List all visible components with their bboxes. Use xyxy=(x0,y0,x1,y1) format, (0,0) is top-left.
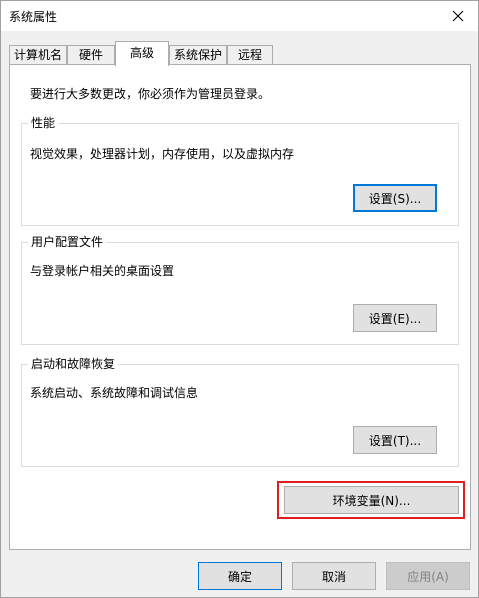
tab-advanced[interactable]: 高级 xyxy=(115,41,169,66)
tab-hardware[interactable]: 硬件 xyxy=(67,45,115,65)
tab-remote[interactable]: 远程 xyxy=(227,45,273,65)
startup-recovery-description: 系统启动、系统故障和调试信息 xyxy=(30,386,199,400)
user-profiles-group: 用户配置文件 与登录帐户相关的桌面设置 设置(E)... xyxy=(21,234,459,345)
title-bar: 系统属性 xyxy=(1,1,478,31)
ok-button[interactable]: 确定 xyxy=(198,562,282,590)
performance-group-label: 性能 xyxy=(28,115,59,131)
cancel-button[interactable]: 取消 xyxy=(292,562,376,590)
performance-group: 性能 视觉效果，处理器计划，内存使用，以及虚拟内存 设置(S)... xyxy=(21,115,459,226)
user-profiles-description: 与登录帐户相关的桌面设置 xyxy=(30,264,175,278)
close-button[interactable] xyxy=(438,1,478,31)
admin-notice: 要进行大多数更改，你必须作为管理员登录。 xyxy=(30,87,271,101)
performance-settings-button[interactable]: 设置(S)... xyxy=(353,184,437,212)
user-profiles-group-label: 用户配置文件 xyxy=(28,234,107,250)
environment-variables-button[interactable]: 环境变量(N)... xyxy=(284,486,459,514)
tab-strip: 计算机名 硬件 高级 系统保护 远程 xyxy=(9,41,469,66)
system-properties-window: 系统属性 计算机名 硬件 高级 系统保护 远程 要进行大多数更改，你必须作为管理… xyxy=(0,0,479,598)
startup-recovery-settings-button[interactable]: 设置(T)... xyxy=(353,426,437,454)
close-icon xyxy=(452,10,464,22)
window-title: 系统属性 xyxy=(9,10,58,24)
user-profiles-settings-button[interactable]: 设置(E)... xyxy=(353,304,437,332)
apply-button[interactable]: 应用(A) xyxy=(386,562,470,590)
advanced-panel: 要进行大多数更改，你必须作为管理员登录。 性能 视觉效果，处理器计划，内存使用，… xyxy=(9,64,471,550)
startup-recovery-group: 启动和故障恢复 系统启动、系统故障和调试信息 设置(T)... xyxy=(21,356,459,467)
performance-description: 视觉效果，处理器计划，内存使用，以及虚拟内存 xyxy=(30,147,295,161)
startup-recovery-group-label: 启动和故障恢复 xyxy=(28,356,119,372)
tab-computer-name[interactable]: 计算机名 xyxy=(9,45,67,65)
tab-system-protection[interactable]: 系统保护 xyxy=(169,45,227,65)
